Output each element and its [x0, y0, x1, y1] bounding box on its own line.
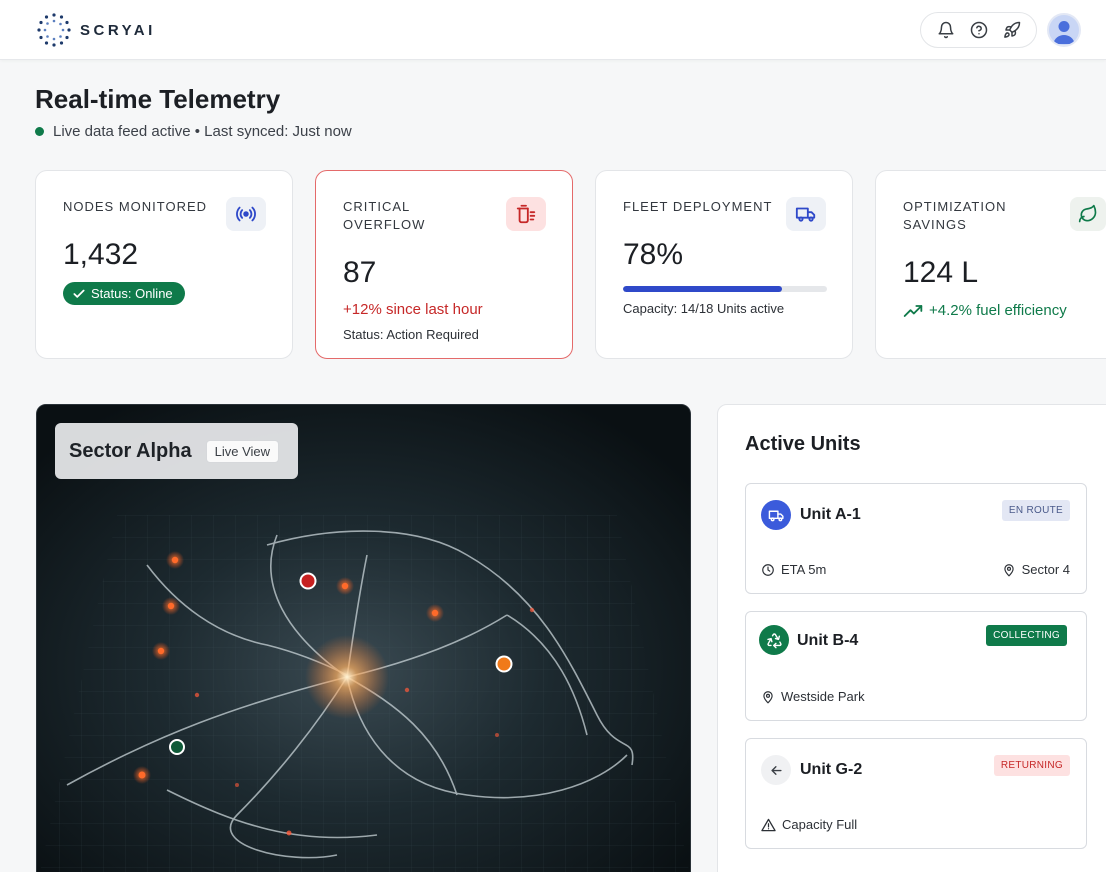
- unit-status-badge: RETURNING: [993, 755, 1070, 776]
- kpi-label: Critical Overflow: [343, 199, 426, 232]
- kpi-icon-box: [506, 197, 546, 231]
- leaf-icon: [1078, 204, 1097, 223]
- unit-card-a1[interactable]: Unit A-1 EN ROUTE ETA 5m Sector 4: [745, 483, 1087, 594]
- kpi-value: 87: [343, 256, 377, 289]
- help-icon: [970, 21, 987, 39]
- fleet-progress-fill: [623, 286, 783, 292]
- help-button[interactable]: [967, 18, 991, 42]
- unit-name: Unit B-4: [797, 632, 859, 649]
- unit-status-badge: EN ROUTE: [1001, 500, 1070, 521]
- header-actions: [920, 12, 1037, 48]
- kpi-label: Fleet Deployment: [623, 199, 773, 214]
- marker-critical[interactable]: [299, 572, 317, 590]
- unit-icon-badge: [761, 500, 791, 530]
- kpi-icon-box: [1070, 197, 1106, 231]
- panel-title: Active Units: [745, 433, 861, 455]
- unit-meta-left: Westside Park: [761, 689, 865, 704]
- city-center-glow: [305, 635, 389, 719]
- kpi-trend: +12% since last hour: [343, 301, 483, 318]
- kpi-subtext: Capacity: 14/18 Units active: [623, 301, 785, 316]
- unit-icon-badge: [759, 625, 789, 655]
- unit-icon-badge: [761, 755, 791, 785]
- map-title: Sector Alpha: [69, 439, 192, 462]
- clock-icon: [762, 563, 774, 576]
- check-icon: [73, 289, 85, 298]
- kpi-card-fleet: Fleet Deployment 78% Capacity: 14/18 Uni…: [595, 170, 853, 359]
- top-bar: SCRYAI: [0, 0, 1106, 60]
- kpi-label: Optimization Savings: [903, 199, 1007, 232]
- kpi-icon-box: [226, 197, 266, 231]
- logo[interactable]: SCRYAI: [36, 12, 156, 48]
- marker-warning[interactable]: [495, 655, 513, 673]
- unit-name: Unit G-2: [800, 761, 863, 778]
- truck-icon: [795, 207, 816, 222]
- unit-card-b4[interactable]: Unit B-4 COLLECTING Westside Park: [745, 611, 1087, 721]
- unit-meta-left: ETA 5m: [761, 562, 826, 577]
- live-indicator-dot: [35, 127, 44, 136]
- launch-button[interactable]: [1000, 18, 1024, 42]
- status-badge-text: Status: Online: [91, 286, 173, 301]
- unit-location: Westside Park: [781, 689, 865, 704]
- map-pin-icon: [1003, 563, 1014, 576]
- kpi-subtext: Status: Action Required: [343, 327, 479, 342]
- notifications-button[interactable]: [934, 18, 958, 42]
- logo-icon: [37, 13, 71, 47]
- unit-meta-right: Sector 4: [1002, 562, 1070, 577]
- unit-eta: ETA 5m: [781, 562, 827, 577]
- active-units-panel: Active Units Unit A-1 EN ROUTE ETA 5m Se…: [717, 404, 1106, 872]
- page-title: Real-time Telemetry: [35, 84, 281, 114]
- kpi-card-overflow: Critical Overflow 87 +12% since last hou…: [315, 170, 573, 359]
- sector-map[interactable]: Sector Alpha Live View: [36, 404, 691, 872]
- unit-status-badge: COLLECTING: [986, 625, 1067, 646]
- unit-meta-left: Capacity Full: [761, 817, 857, 832]
- kpi-value: 78%: [623, 238, 684, 271]
- truck-icon: [768, 510, 784, 521]
- recycle-icon: [766, 632, 782, 648]
- map-pin-icon: [763, 690, 773, 703]
- return-arrow-icon: [770, 765, 782, 775]
- kpi-value: 1,432: [63, 238, 139, 271]
- kpi-card-nodes: Nodes Monitored 1,432 Status: Online: [35, 170, 293, 359]
- kpi-icon-box: [786, 197, 826, 231]
- trending-up-icon: [903, 304, 923, 317]
- marker-ok[interactable]: [169, 739, 185, 755]
- user-avatar-icon: [1053, 21, 1075, 44]
- kpi-trend-text: +4.2% fuel efficiency: [929, 302, 1067, 319]
- unit-alert: Capacity Full: [782, 817, 858, 832]
- user-avatar[interactable]: [1047, 13, 1081, 47]
- live-view-badge[interactable]: Live View: [205, 439, 280, 463]
- status-badge: Status: Online: [63, 282, 185, 305]
- unit-name: Unit A-1: [800, 506, 861, 523]
- kpi-card-savings: Optimization Savings 124 L +4.2% fuel ef…: [875, 170, 1106, 359]
- fleet-progress-bar: [623, 286, 827, 292]
- logo-text: SCRYAI: [80, 21, 156, 39]
- rocket-icon: [1003, 21, 1020, 38]
- sync-status: Live data feed active • Last synced: Jus…: [35, 123, 352, 140]
- unit-sector: Sector 4: [1021, 562, 1070, 577]
- unit-card-g2[interactable]: Unit G-2 RETURNING Capacity Full: [745, 738, 1087, 849]
- kpi-label: Nodes Monitored: [63, 199, 208, 214]
- overflow-bin-icon: [516, 204, 536, 224]
- map-header: Sector Alpha Live View: [55, 423, 298, 479]
- signal-icon: [236, 206, 256, 222]
- kpi-trend: +4.2% fuel efficiency: [903, 302, 1106, 319]
- sync-status-text: Live data feed active • Last synced: Jus…: [53, 123, 352, 140]
- warning-icon: [761, 818, 776, 831]
- bell-icon: [938, 21, 953, 39]
- kpi-value: 124 L: [903, 256, 979, 289]
